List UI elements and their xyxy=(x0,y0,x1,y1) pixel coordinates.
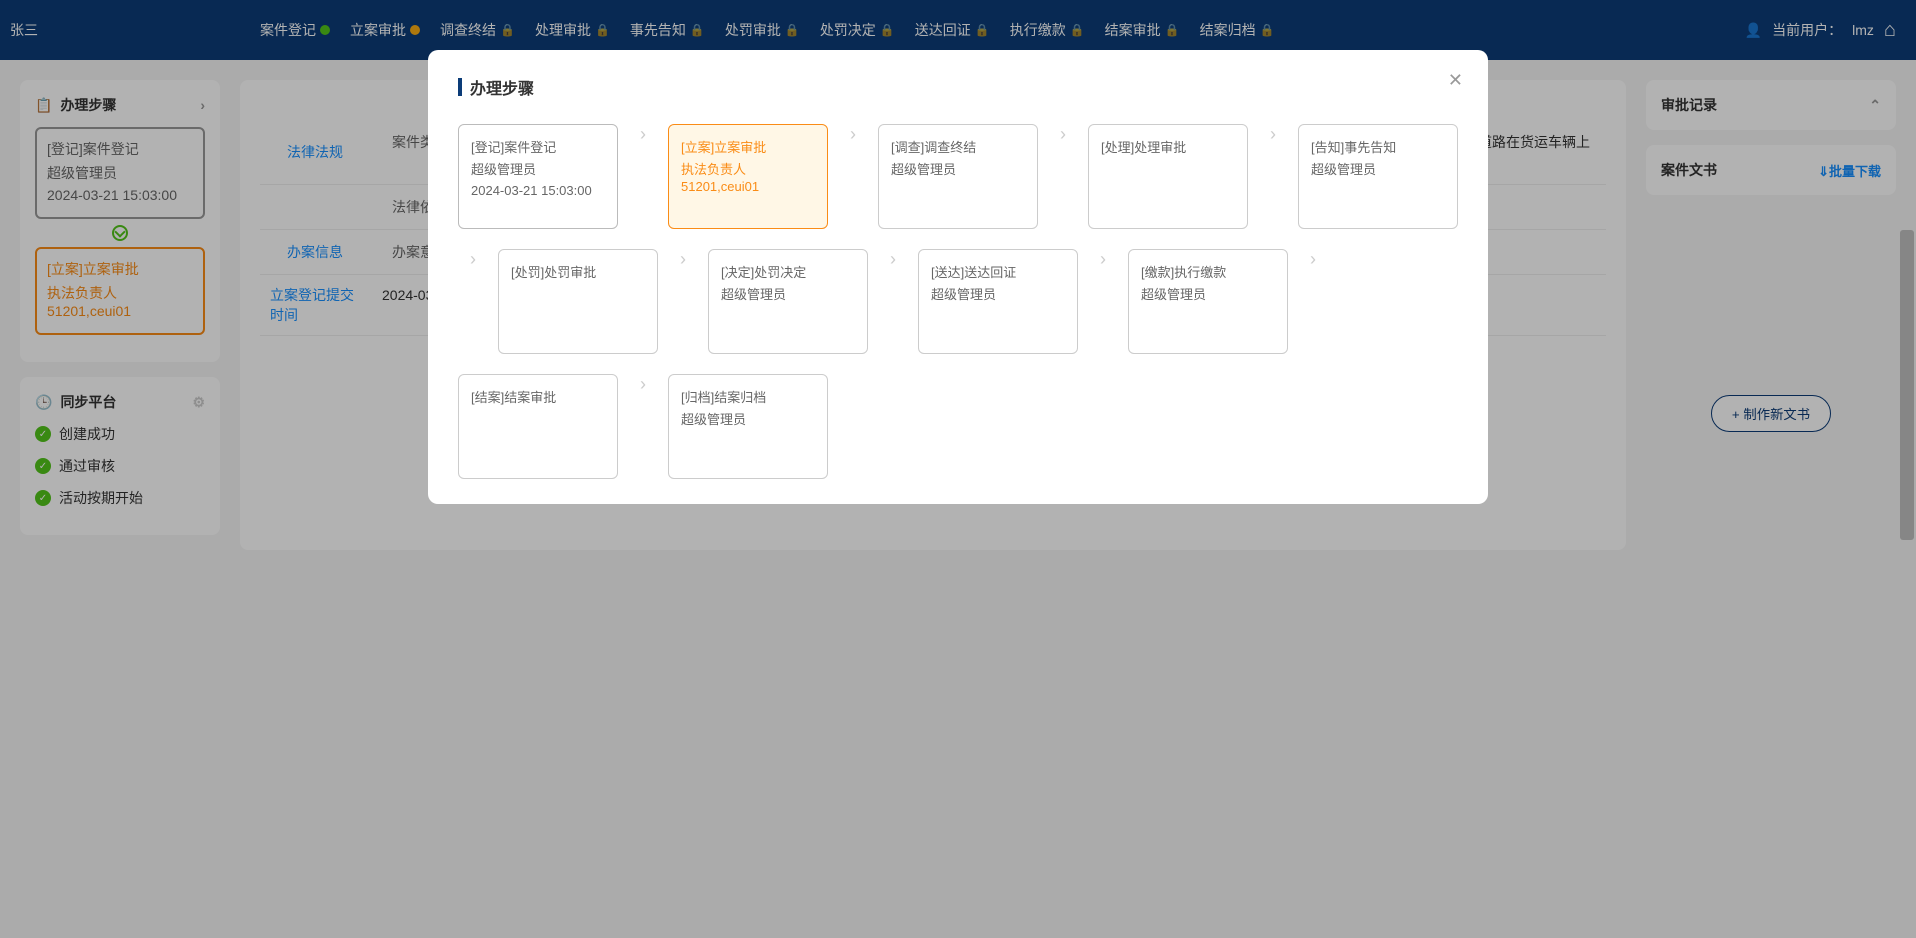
flow-node-person: 超级管理员 xyxy=(681,412,815,429)
chevron-right-icon: › xyxy=(668,249,698,354)
flow-node[interactable]: [登记]案件登记超级管理员 2024-03-21 15:03:00 xyxy=(458,124,618,229)
flow-item: [登记]案件登记超级管理员 2024-03-21 15:03:00 xyxy=(458,124,618,229)
flow-item: [告知]事先告知超级管理员 xyxy=(1298,124,1458,229)
flow-node[interactable]: [缴款]执行缴款超级管理员 xyxy=(1128,249,1288,354)
flow-node-person: 超级管理员 xyxy=(891,162,1025,179)
chevron-right-icon: › xyxy=(1258,124,1288,229)
flow-node-title: [处罚]处罚审批 xyxy=(511,262,645,281)
flow-node-title: [结案]结案审批 xyxy=(471,387,605,406)
modal-title: 办理步骤 xyxy=(470,75,534,99)
flow-node-title: [归档]结案归档 xyxy=(681,387,815,406)
chevron-right-icon: › xyxy=(628,374,658,479)
chevron-right-icon: › xyxy=(838,124,868,229)
flow-node-title: [告知]事先告知 xyxy=(1311,137,1445,156)
flow-item: [送达]送达回证超级管理员 xyxy=(918,249,1078,354)
steps-modal: 办理步骤 ✕ [登记]案件登记超级管理员2024-03-21 15:03:00›… xyxy=(428,50,1488,504)
flow-node[interactable]: [处理]处理审批 xyxy=(1088,124,1248,229)
flow-node[interactable]: [决定]处罚决定超级管理员 xyxy=(708,249,868,354)
flow-node-person: 超级管理员 xyxy=(721,287,855,304)
flow-node-person: 超级管理员 xyxy=(931,287,1065,304)
flow-node-title: [登记]案件登记 xyxy=(471,137,605,156)
flow-node-title: [送达]送达回证 xyxy=(931,262,1065,281)
flow-node-person: 超级管理员 xyxy=(1141,287,1275,304)
workflow-grid: [登记]案件登记超级管理员2024-03-21 15:03:00›[立案]立案审… xyxy=(458,124,1458,479)
flow-node-title: [决定]处罚决定 xyxy=(721,262,855,281)
chevron-right-icon: › xyxy=(1048,124,1078,229)
flow-item: [处理]处理审批 xyxy=(1088,124,1248,229)
flow-node-title: [缴款]执行缴款 xyxy=(1141,262,1275,281)
flow-node-person: 超级管理员 xyxy=(1311,162,1445,179)
modal-overlay: 办理步骤 ✕ [登记]案件登记超级管理员2024-03-21 15:03:00›… xyxy=(0,0,1916,938)
flow-node-person: 执法负责人51201,ceui01 xyxy=(681,162,815,196)
flow-item: [决定]处罚决定超级管理员 xyxy=(708,249,868,354)
flow-node-date: 2024-03-21 15:03:00 xyxy=(471,183,605,198)
chevron-right-icon: › xyxy=(878,249,908,354)
flow-item: [调查]调查终结超级管理员 xyxy=(878,124,1038,229)
flow-node-title: [调查]调查终结 xyxy=(891,137,1025,156)
flow-item: [缴款]执行缴款超级管理员 xyxy=(1128,249,1288,354)
flow-node[interactable]: [调查]调查终结超级管理员 xyxy=(878,124,1038,229)
flow-node[interactable]: [归档]结案归档超级管理员 xyxy=(668,374,828,479)
flow-item: [结案]结案审批 xyxy=(458,374,618,479)
flow-node[interactable]: [送达]送达回证超级管理员 xyxy=(918,249,1078,354)
flow-node[interactable]: [告知]事先告知超级管理员 xyxy=(1298,124,1458,229)
flow-item: [处罚]处罚审批 xyxy=(498,249,658,354)
chevron-right-icon: › xyxy=(1088,249,1118,354)
chevron-right-icon: › xyxy=(1298,249,1328,354)
flow-item: [立案]立案审批执法负责人51201,ceui01 xyxy=(668,124,828,229)
flow-node-title: [处理]处理审批 xyxy=(1101,137,1235,156)
flow-node[interactable]: [结案]结案审批 xyxy=(458,374,618,479)
chevron-right-icon: › xyxy=(458,249,488,354)
flow-node-person: 超级管理员 xyxy=(471,162,605,179)
flow-node-title: [立案]立案审批 xyxy=(681,137,815,156)
chevron-right-icon: › xyxy=(628,124,658,229)
flow-node[interactable]: [立案]立案审批执法负责人51201,ceui01 xyxy=(668,124,828,229)
flow-item: [归档]结案归档超级管理员 xyxy=(668,374,828,479)
close-icon[interactable]: ✕ xyxy=(1448,70,1463,91)
flow-node[interactable]: [处罚]处罚审批 xyxy=(498,249,658,354)
